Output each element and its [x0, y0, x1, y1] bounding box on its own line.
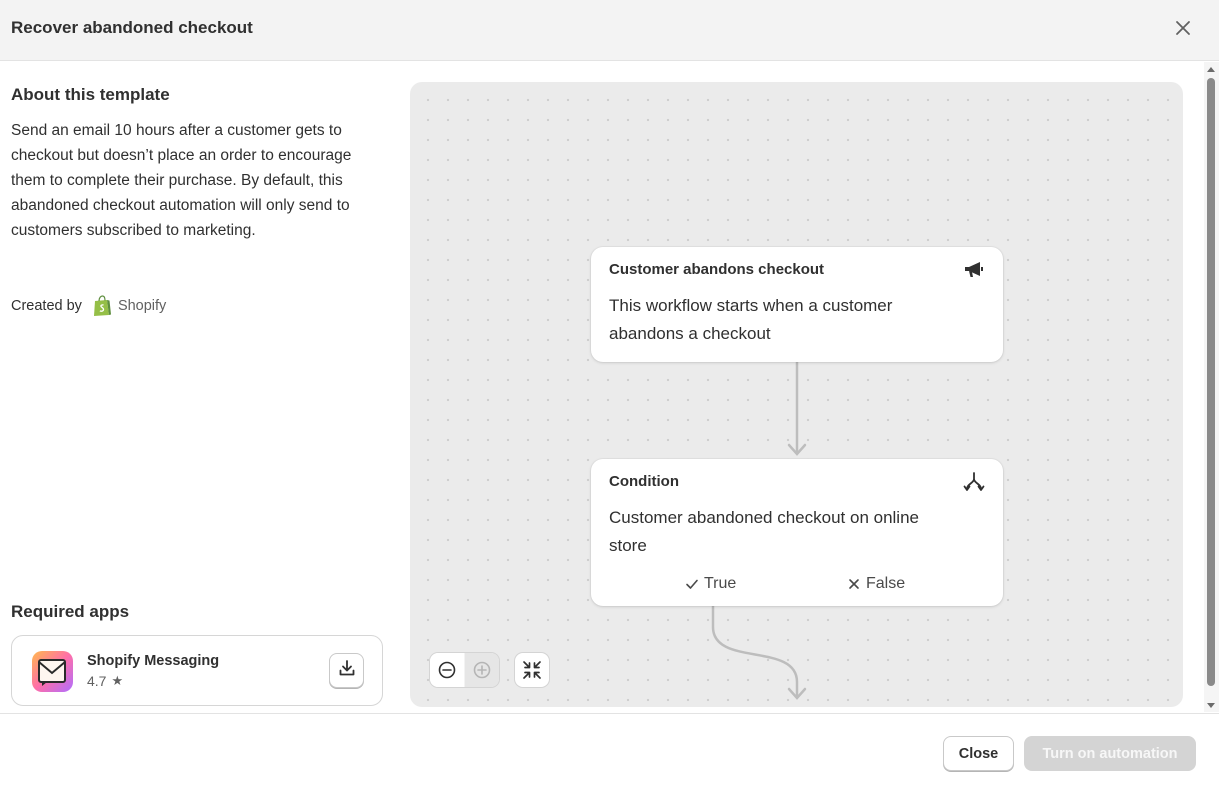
star-icon: ★ — [111, 673, 124, 688]
branch-true-label: True — [704, 575, 737, 592]
turn-on-automation-button: Turn on automation — [1024, 736, 1196, 771]
scroll-up-icon — [1207, 67, 1215, 72]
scroll-down-icon — [1207, 703, 1215, 708]
app-rating-value: 4.7 — [87, 673, 107, 689]
shopify-bag-icon — [92, 295, 112, 317]
modal-scrollbar[interactable] — [1204, 62, 1219, 712]
about-heading: About this template — [11, 85, 170, 104]
branch-icon — [963, 471, 985, 493]
shopify-messaging-icon — [32, 651, 73, 692]
template-details-panel: About this template Send an email 10 hou… — [0, 62, 398, 712]
close-button[interactable]: Close — [943, 736, 1014, 771]
zoom-out-button[interactable] — [430, 653, 464, 687]
branch-false: False — [847, 575, 905, 593]
condition-node-title: Condition — [609, 473, 679, 490]
app-rating: 4.7 ★ — [87, 673, 123, 689]
trigger-node-title: Customer abandons checkout — [609, 261, 825, 278]
workflow-connectors — [711, 362, 807, 700]
check-icon — [686, 579, 698, 589]
required-apps-heading: Required apps — [11, 602, 130, 621]
app-name: Shopify Messaging — [87, 653, 220, 669]
modal-footer: Close Turn on automation — [0, 713, 1219, 790]
collapse-icon — [523, 661, 541, 679]
scrollbar-thumb[interactable] — [1207, 78, 1215, 686]
app-card: Shopify Messaging 4.7 ★ — [11, 635, 383, 706]
condition-node[interactable]: Condition Customer abandoned checkout on… — [591, 459, 1003, 606]
branch-false-label: False — [866, 575, 906, 592]
branch-true: True — [685, 575, 736, 593]
condition-node-description: Customer abandoned checkout on online st… — [609, 508, 919, 555]
creator-name[interactable]: Shopify — [118, 298, 166, 314]
workflow-canvas[interactable]: Customer abandons checkout This workflow… — [410, 82, 1183, 707]
created-by-label: Created by — [11, 298, 82, 314]
created-by: Created by Shopify — [11, 295, 166, 317]
x-icon — [849, 579, 859, 589]
zoom-in-button[interactable] — [465, 653, 499, 687]
about-description: Send an email 10 hours after a customer … — [11, 122, 352, 239]
megaphone-icon — [963, 259, 985, 281]
modal-title: Recover abandoned checkout — [11, 18, 253, 37]
download-icon — [337, 658, 357, 683]
install-app-button[interactable] — [329, 653, 364, 688]
zoom-in-icon — [473, 661, 491, 679]
modal-header: Recover abandoned checkout — [0, 0, 1219, 61]
trigger-node-description: This workflow starts when a customer aba… — [609, 296, 893, 343]
trigger-node[interactable]: Customer abandons checkout This workflow… — [591, 247, 1003, 362]
automation-template-modal: Recover abandoned checkout About this te… — [0, 0, 1219, 790]
zoom-out-icon — [438, 661, 456, 679]
zoom-controls — [430, 653, 499, 687]
close-icon[interactable] — [1172, 17, 1194, 39]
fit-view-button[interactable] — [515, 653, 549, 687]
